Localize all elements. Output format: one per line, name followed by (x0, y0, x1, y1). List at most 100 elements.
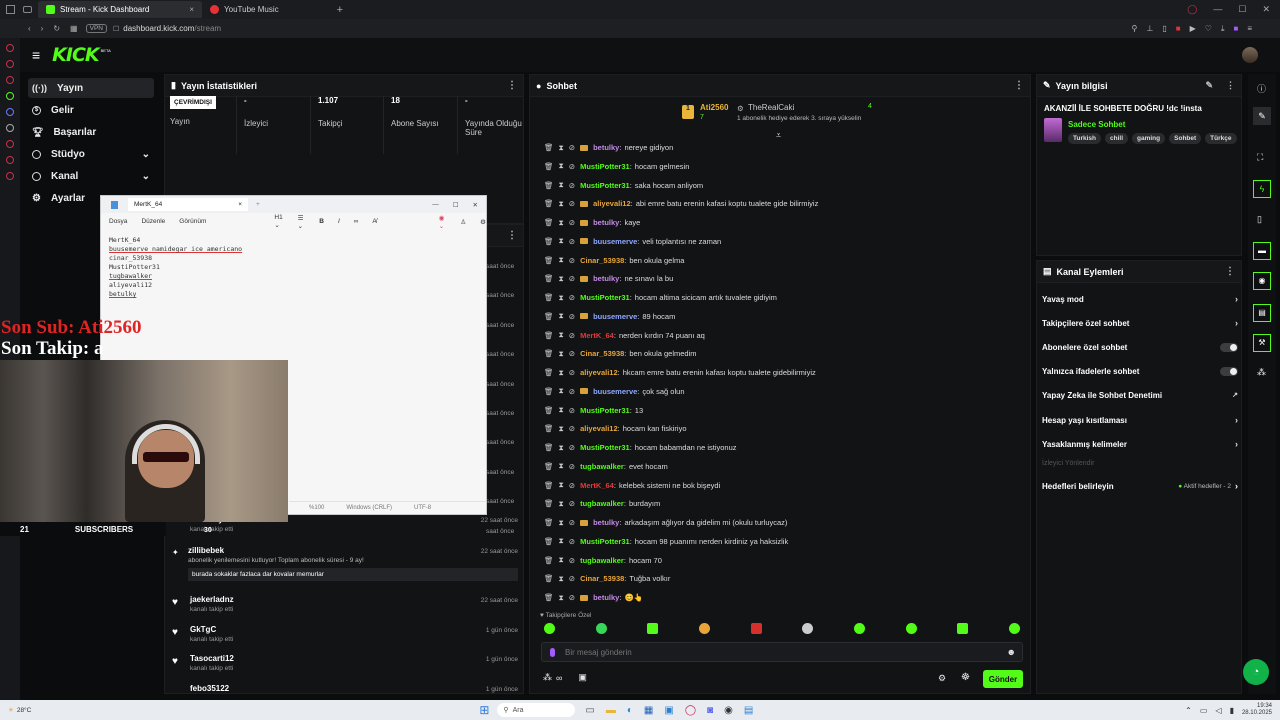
emote-icon[interactable] (698, 623, 710, 634)
kebab-menu-icon[interactable]: ⋮ (507, 80, 517, 91)
timeout-icon[interactable]: ⧗ (559, 180, 564, 190)
ban-icon[interactable]: ⊘ (569, 349, 575, 358)
chat-username[interactable]: buusemerve (593, 237, 637, 246)
stream-tag[interactable]: gaming (1132, 133, 1166, 144)
trash-icon[interactable]: 🗑︎ (544, 462, 554, 471)
gift-box-icon[interactable]: ▣ (578, 672, 587, 683)
close-window-icon[interactable]: ✕ (473, 201, 478, 209)
timeout-icon[interactable]: ⧗ (559, 349, 564, 359)
ban-icon[interactable]: ⊘ (569, 499, 575, 508)
ban-icon[interactable]: ⊘ (569, 368, 575, 377)
chat-username[interactable]: MustiPotter31 (580, 293, 630, 302)
timeout-icon[interactable]: ⧗ (559, 293, 564, 303)
bolt-icon[interactable]: ϟ (1253, 180, 1271, 198)
timeout-icon[interactable]: ⧗ (559, 443, 564, 453)
menu-dosya[interactable]: Dosya (109, 218, 127, 225)
chat-username[interactable]: MustiPotter31 (580, 537, 630, 546)
nav-item-gelir[interactable]: $ Gelir (28, 100, 154, 120)
trash-icon[interactable]: 🗑︎ (544, 312, 554, 321)
action-goals[interactable]: Hedefleri belirleyin ● Aktif hedefler - … (1042, 476, 1238, 496)
trash-icon[interactable]: 🗑︎ (544, 499, 554, 508)
zoom-icon[interactable]: ⚲ (1132, 24, 1138, 34)
settings-icon[interactable]: ⚙ (938, 673, 946, 684)
trash-icon[interactable]: 🗑︎ (544, 293, 554, 302)
ban-icon[interactable]: ⊘ (569, 481, 575, 490)
reload-icon[interactable]: ↻ (53, 24, 60, 33)
kebab-menu-icon[interactable]: ⋮ (507, 230, 517, 241)
timeout-icon[interactable]: ⧗ (559, 536, 564, 546)
chat-toggle-icon[interactable]: ▬ (1253, 242, 1271, 260)
trash-icon[interactable]: 🗑︎ (544, 237, 554, 246)
sidebar-app-icon[interactable] (6, 44, 14, 52)
chat-username[interactable]: betulky (593, 274, 619, 283)
trash-icon[interactable]: 🗑︎ (544, 387, 554, 396)
chat-username[interactable]: tugbawalker (580, 462, 624, 471)
ban-icon[interactable]: ⊘ (569, 556, 575, 565)
vpn-badge[interactable]: VPN (85, 24, 107, 33)
ban-icon[interactable]: ⊘ (569, 274, 575, 283)
trash-icon[interactable]: 🗑︎ (544, 518, 554, 527)
chat-input[interactable] (565, 647, 985, 657)
sidebar-app-icon[interactable] (6, 156, 14, 164)
trash-icon[interactable]: 🗑︎ (544, 218, 554, 227)
chat-username[interactable]: tugbawalker (580, 556, 624, 565)
account-icon[interactable]: ♙ (460, 218, 466, 226)
tabs-icon[interactable] (23, 6, 32, 13)
edge-icon[interactable]: ◐ (627, 705, 633, 716)
action-ai-moderation[interactable]: Yapay Zeka ile Sohbet Denetimi ↗ (1042, 385, 1238, 405)
tools-toggle-icon[interactable]: ⚒ (1253, 334, 1271, 352)
emoji-icon[interactable]: ☻ (1007, 647, 1016, 657)
obs-icon[interactable]: ◉ (724, 705, 733, 716)
tab-close-icon[interactable]: × (238, 201, 242, 208)
copilot-icon[interactable]: ◉ ⌄ (439, 214, 447, 230)
tab-close-icon[interactable]: × (189, 5, 194, 14)
trash-icon[interactable]: 🗑︎ (544, 574, 554, 583)
subscribers-only-toggle[interactable] (1220, 342, 1238, 352)
taskview-icon[interactable]: ▭ (585, 705, 594, 716)
chat-username[interactable]: MustiPotter31 (580, 162, 630, 171)
edit-icon[interactable]: ✎ (1253, 107, 1271, 125)
minimize-icon[interactable]: — (1213, 4, 1222, 15)
sidebar-app-icon[interactable] (6, 140, 14, 148)
ban-icon[interactable]: ⊘ (569, 406, 575, 415)
timeout-icon[interactable]: ⧗ (559, 161, 564, 171)
sidebar-app-icon[interactable] (6, 172, 14, 180)
play-icon[interactable]: ▶ (1190, 24, 1196, 34)
stream-tag[interactable]: Sohbet (1169, 133, 1202, 144)
ban-icon[interactable]: ⊘ (569, 293, 575, 302)
trash-icon[interactable]: 🗑︎ (544, 556, 554, 565)
ban-icon[interactable]: ⊘ (569, 143, 575, 152)
timeout-icon[interactable]: ⧗ (559, 143, 564, 153)
sidebar-app-icon[interactable] (6, 108, 14, 116)
ban-icon[interactable]: ⊘ (569, 443, 575, 452)
stream-category[interactable]: Sadece Sohbet (1068, 120, 1125, 129)
weather-widget[interactable]: ☀ 28°C (8, 706, 31, 715)
heading-dropdown[interactable]: H1 ⌄ (274, 214, 283, 229)
timeout-icon[interactable]: ⧗ (559, 424, 564, 434)
trash-icon[interactable]: 🗑︎ (544, 162, 554, 171)
apps-icon[interactable]: ⁂ (1257, 367, 1266, 378)
ban-icon[interactable]: ⊘ (569, 237, 575, 246)
info-circle-icon[interactable]: ⓘ (1257, 82, 1266, 95)
trash-icon[interactable]: 🗑︎ (544, 349, 554, 358)
tab-kick-dashboard[interactable]: Stream - Kick Dashboard × (38, 1, 203, 18)
close-window-icon[interactable]: ✕ (1262, 4, 1270, 15)
timeout-icon[interactable]: ⧗ (559, 386, 564, 396)
emote-icon[interactable] (647, 623, 659, 634)
nav-item-studyo[interactable]: Stüdyo ⌄ (28, 144, 154, 164)
pin-icon[interactable]: ⊥ (1146, 24, 1153, 34)
panel-toggle-icon[interactable]: ▤ (1253, 304, 1271, 322)
url-text[interactable]: dashboard.kick.com/stream (123, 24, 221, 33)
points-icon[interactable]: ⁂ (543, 672, 552, 683)
action-followers-only[interactable]: Takipçilere özel sohbet › (1042, 313, 1238, 333)
emote-icon[interactable] (595, 623, 607, 634)
chat-username[interactable]: aliyevali12 (580, 424, 618, 433)
edit-pencil-icon[interactable]: ✎ (1205, 80, 1213, 91)
menu-icon[interactable]: ≡ (1247, 24, 1252, 34)
heart-icon[interactable]: ♡ (1205, 24, 1212, 34)
activity-username[interactable]: jaekerladnz (190, 595, 520, 604)
ban-icon[interactable]: ⊘ (569, 331, 575, 340)
taskbar-search[interactable]: ⚲ Ara (497, 703, 576, 717)
kebab-menu-icon[interactable]: ⋮ (1225, 266, 1235, 277)
discord-icon[interactable]: ◙ (707, 705, 713, 716)
